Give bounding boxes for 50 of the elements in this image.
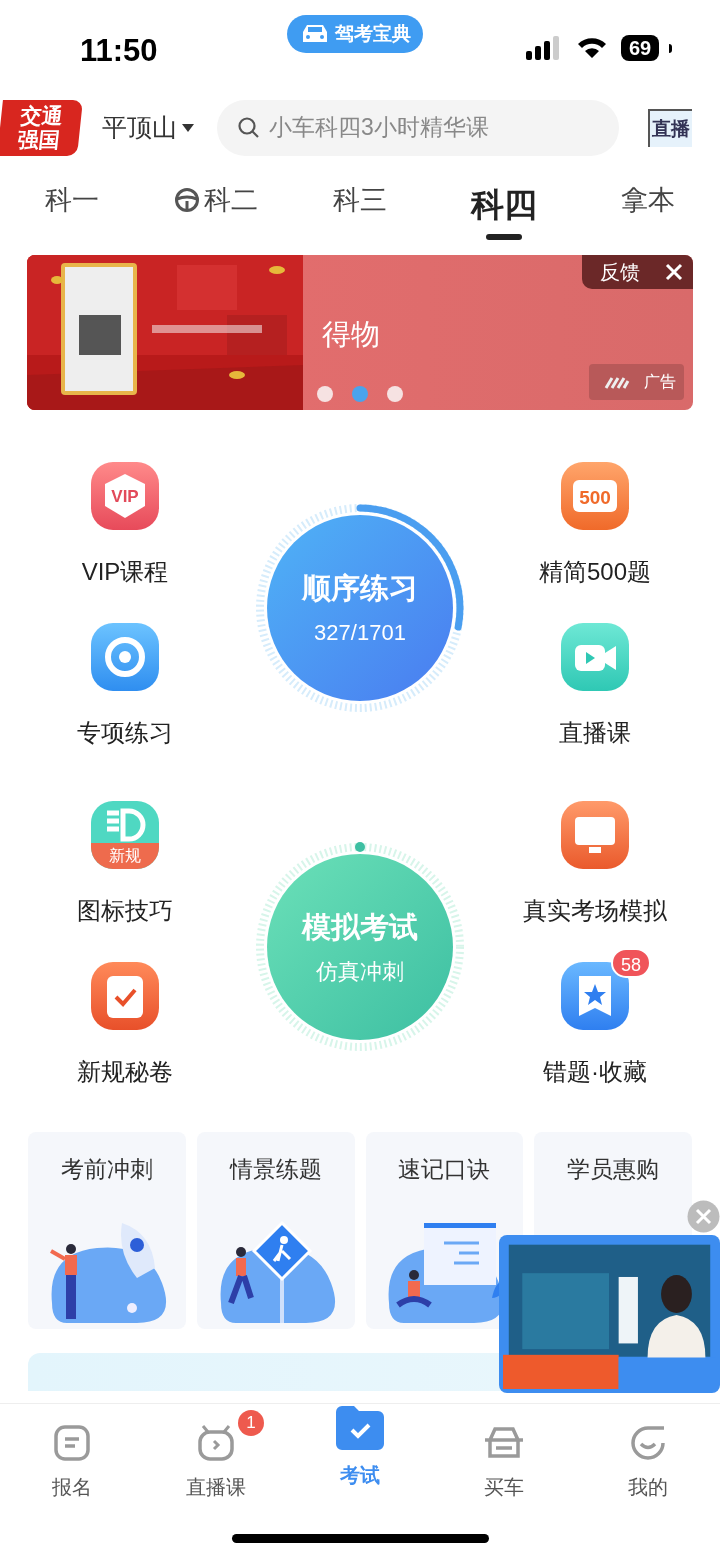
nav-tab[interactable]: 我的 — [620, 1418, 676, 1502]
subject-tab[interactable]: 科二 — [174, 180, 258, 221]
city-selector[interactable]: 平顶山 — [102, 108, 195, 147]
subject-tab[interactable]: 科四 — [471, 180, 537, 230]
subject-tab[interactable]: 科一 — [45, 180, 99, 221]
logo-badge[interactable]: 交通强国 — [0, 99, 83, 156]
search-field[interactable]: 小车科四3小时精华课 — [217, 99, 619, 156]
signal-icon — [526, 36, 562, 60]
notification-badge: 1 — [238, 1410, 264, 1436]
feature-button[interactable]: VIP VIP课程 — [35, 460, 215, 595]
num-tile-icon — [559, 460, 631, 532]
target-tile-icon — [89, 621, 161, 693]
video-tile-icon — [559, 621, 631, 693]
wifi-icon — [576, 35, 608, 59]
subject-tab[interactable]: 拿本 — [621, 180, 675, 221]
ad-label: 广告 — [589, 364, 684, 400]
shortcut-card[interactable]: 考前冲刺 — [28, 1132, 186, 1329]
monitor-tile-icon — [559, 799, 631, 871]
folder-check-icon — [336, 1406, 384, 1450]
feature-button[interactable]: 直播课 — [505, 621, 685, 756]
feature-button[interactable]: 真实考场模拟 — [505, 799, 685, 934]
feature-button[interactable]: 新规秘卷 — [35, 960, 215, 1095]
vip-tile-icon — [89, 460, 161, 532]
nav-tab[interactable]: 报名 — [44, 1418, 100, 1502]
stripes-icon — [604, 375, 630, 389]
tv-icon — [197, 1424, 235, 1462]
feedback-button[interactable]: 反馈 — [582, 255, 693, 289]
clipboard-tile-icon — [89, 960, 161, 1032]
live-button[interactable]: 直播 — [648, 108, 692, 147]
battery-indicator: 69 — [621, 35, 660, 61]
steering-wheel-icon — [174, 187, 200, 214]
ad-banner[interactable]: 得物 反馈 广告 — [27, 255, 693, 410]
shortcut-card[interactable]: 情景练题 — [196, 1132, 355, 1329]
search-icon — [237, 115, 261, 140]
feature-button[interactable]: 500 精简500题 — [505, 460, 685, 595]
start-dot — [355, 842, 365, 852]
subject-tab[interactable]: 科三 — [333, 180, 387, 221]
form-icon — [53, 1424, 91, 1462]
rule-tile-icon — [89, 799, 161, 871]
tab-indicator — [486, 233, 522, 240]
close-icon[interactable] — [665, 263, 683, 281]
count-badge: 58 — [611, 948, 652, 978]
caret-icon — [181, 122, 195, 133]
ad-title: 得物 — [322, 317, 380, 352]
feature-button[interactable]: 新规 图标技巧 — [35, 799, 215, 934]
nav-tab[interactable]: 买车 — [474, 1418, 534, 1502]
feature-button[interactable]: 专项练习 — [35, 621, 215, 756]
shortcut-card[interactable]: 速记口诀 — [365, 1132, 524, 1329]
smile-icon — [629, 1424, 667, 1462]
clock-time: 11:50 — [80, 32, 158, 70]
